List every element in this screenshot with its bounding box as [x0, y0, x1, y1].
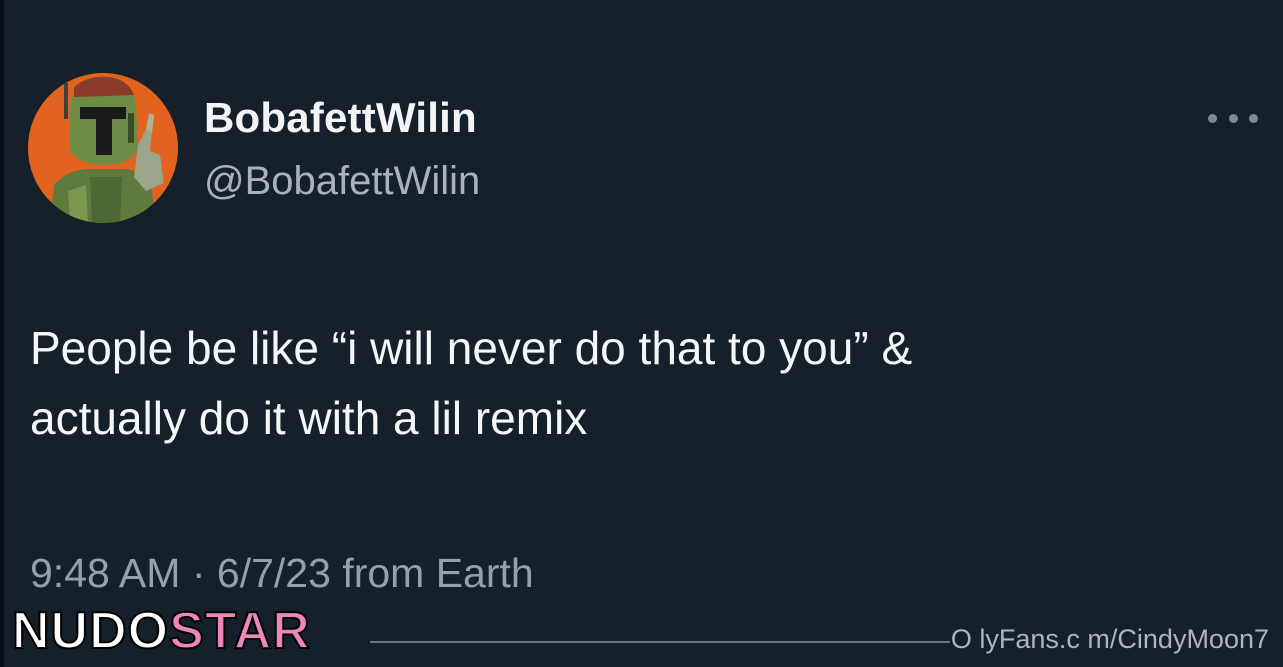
tweet-card: BobafettWilin @BobafettWilin People be l… — [0, 0, 1283, 667]
more-horizontal-icon-dot-3 — [1249, 113, 1258, 123]
tweet-date[interactable]: 6/7/23 — [217, 550, 331, 596]
watermark-logo-part2: STAR — [168, 601, 311, 661]
watermark-logo: NUDOSTAR — [11, 601, 311, 661]
tweet-time[interactable]: 9:48 AM — [30, 550, 180, 596]
more-horizontal-icon-dot-2 — [1228, 113, 1238, 123]
tweet-text: People be like “i will never do that to … — [30, 322, 913, 444]
watermark-url: O lyFans.c m/CindyMoon7 — [950, 624, 1269, 654]
user-handle[interactable]: @BobafettWilin — [204, 159, 480, 204]
meta-separator: · — [191, 550, 206, 596]
profile-avatar[interactable] — [28, 73, 178, 223]
display-name[interactable]: BobafettWilin — [204, 94, 477, 142]
profile-avatar-icon — [28, 73, 178, 223]
tweet-meta: 9:48 AM · 6/7/23 from Earth — [30, 550, 534, 597]
tweet-source: from Earth — [342, 550, 534, 596]
more-options-button[interactable] — [1208, 106, 1258, 130]
watermark-logo-part1: NUDO — [11, 601, 170, 661]
watermark-divider — [370, 641, 950, 643]
more-horizontal-icon — [1208, 113, 1217, 123]
